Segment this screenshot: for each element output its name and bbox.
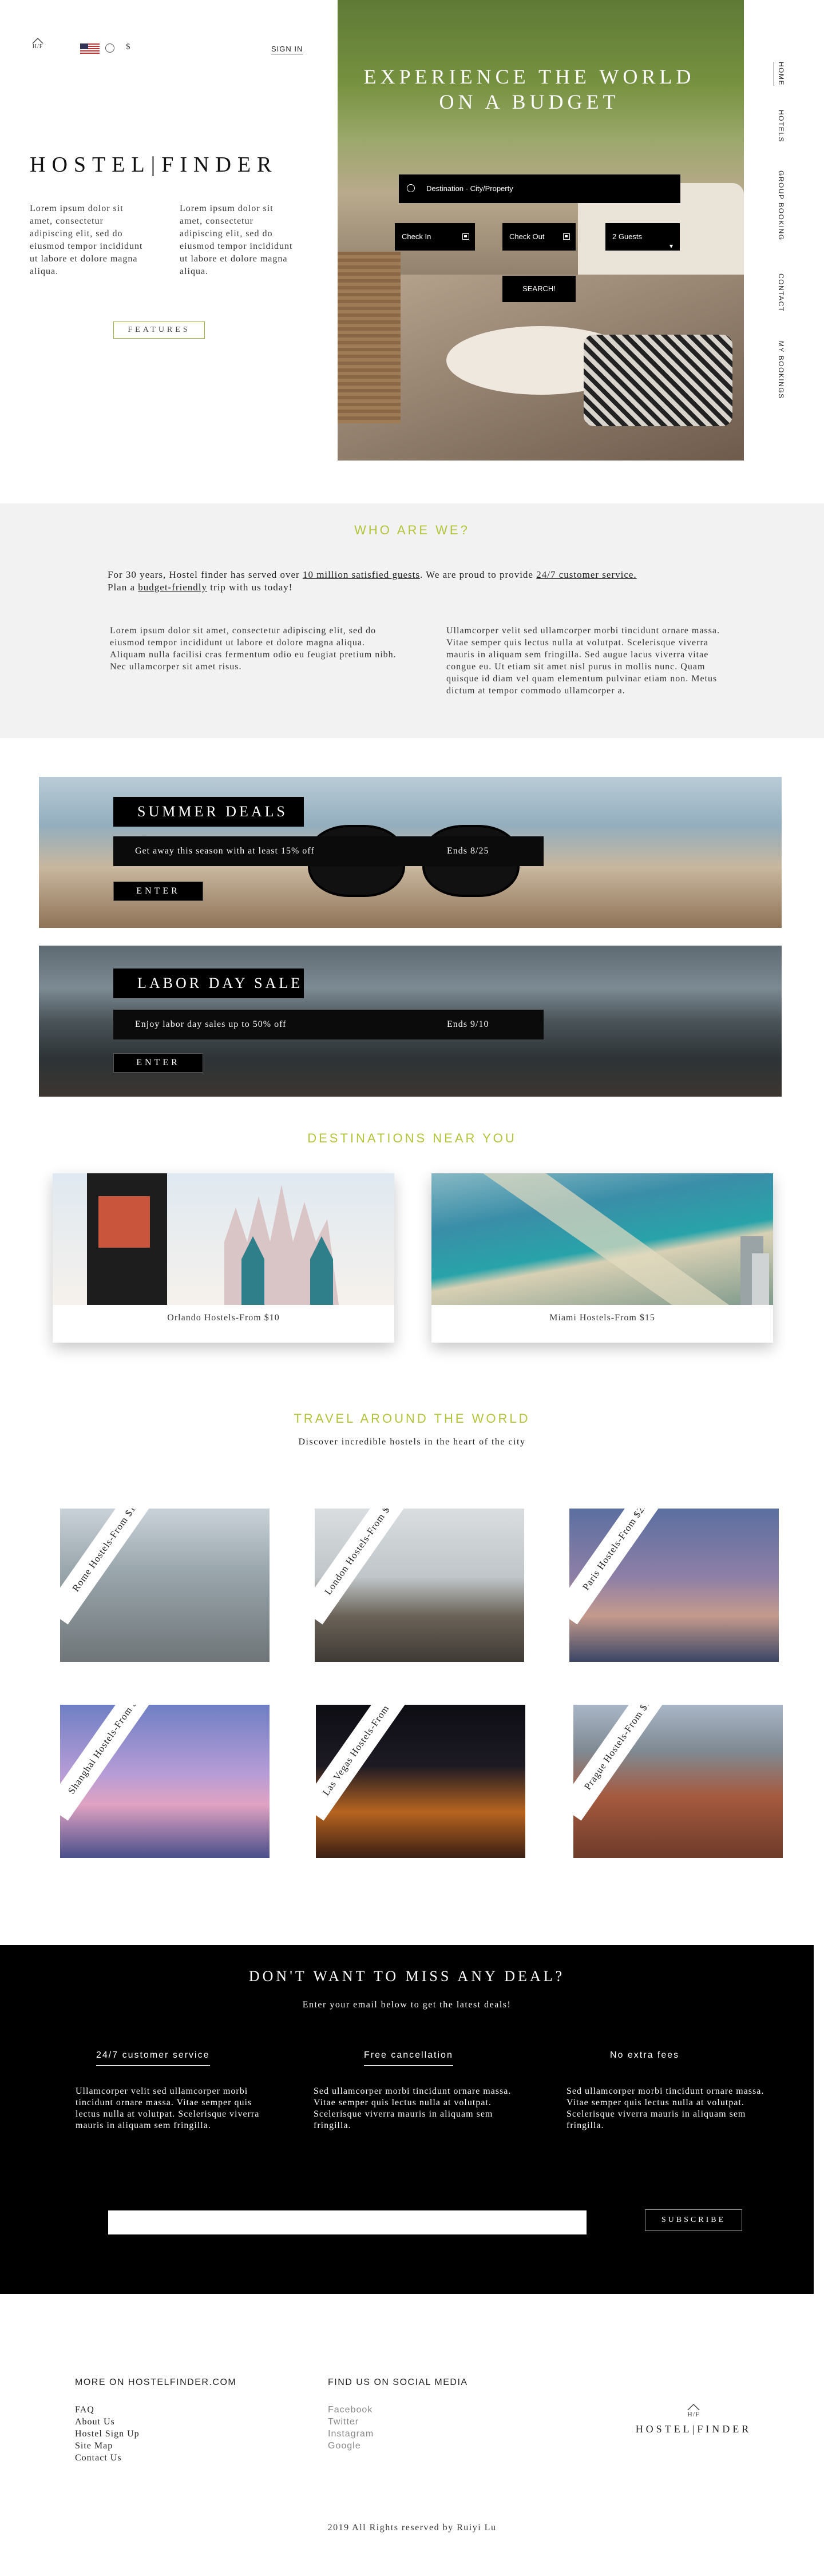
instagram-link[interactable]: Instagram bbox=[328, 2428, 374, 2440]
perk-title: 24/7 customer service bbox=[96, 2050, 210, 2066]
enter-button[interactable]: ENTER bbox=[113, 1053, 203, 1073]
sign-in-link[interactable]: SIGN IN bbox=[271, 45, 303, 54]
email-input[interactable] bbox=[108, 2210, 587, 2234]
nav-my-bookings[interactable]: MY BOOKINGS bbox=[774, 341, 785, 399]
deal-title: SUMMER DEALS bbox=[113, 797, 304, 827]
city-card-las-vegas[interactable]: Las Vegas Hostels-From $10 bbox=[316, 1705, 525, 1858]
nav-group-booking[interactable]: GROUP BOOKING bbox=[774, 170, 785, 241]
perk-body: Ullamcorper velit sed ullamcorper morbi … bbox=[76, 2086, 260, 2130]
intro-text-left: Lorem ipsum dolor sit amet, consectetur … bbox=[30, 204, 143, 276]
destinations-title: DESTINATIONS NEAR YOU bbox=[307, 1131, 517, 1145]
footer: MORE ON HOSTELFINDER.COM FAQ About Us Ho… bbox=[0, 2294, 824, 2576]
guests-link[interactable]: 10 million satisfied guests bbox=[303, 569, 420, 580]
chevron-down-icon: ▾ bbox=[669, 242, 673, 250]
footer-link-sitemap[interactable]: Site Map bbox=[75, 2440, 140, 2452]
calendar-icon bbox=[462, 233, 469, 240]
deal-info: Enjoy labor day sales up to 50% off Ends… bbox=[113, 1010, 544, 1039]
newsletter-section: DON'T WANT TO MISS ANY DEAL? Enter your … bbox=[0, 1945, 814, 2294]
miami-image bbox=[431, 1173, 773, 1305]
check-in-field[interactable]: Check In bbox=[395, 223, 475, 251]
brand-title: HOSTEL|FINDER bbox=[30, 153, 278, 177]
who-col-left: Lorem ipsum dolor sit amet, consectetur … bbox=[110, 626, 397, 672]
city-card-prague[interactable]: Prague Hostels-From $13 bbox=[573, 1705, 783, 1858]
travel-subtitle: Discover incredible hostels in the heart… bbox=[298, 1437, 526, 1447]
perk-body: Sed ullamcorper morbi tincidunt ornare m… bbox=[566, 2086, 764, 2130]
hero-title-line1: EXPERIENCE THE WORLD bbox=[363, 65, 695, 88]
nav-home[interactable]: HOME bbox=[774, 62, 785, 86]
city-card-london[interactable]: London Hostels-From $18 bbox=[315, 1509, 524, 1662]
perk-title: No extra fees bbox=[610, 2050, 680, 2060]
deal-title: LABOR DAY SALE bbox=[113, 969, 304, 998]
who-col-right: Ullamcorper velit sed ullamcorper morbi … bbox=[446, 626, 720, 696]
destination-card[interactable]: Orlando Hostels-From $10 bbox=[53, 1173, 394, 1343]
us-flag-icon[interactable] bbox=[80, 43, 100, 54]
features-button[interactable]: FEATURES bbox=[113, 321, 205, 339]
hero-title: EXPERIENCE THE WORLD ON A BUDGET bbox=[355, 64, 704, 114]
perk-title: Free cancellation bbox=[364, 2050, 453, 2066]
city-card-shanghai[interactable]: Shanghai Hostels-From $10 bbox=[60, 1705, 270, 1858]
newsletter-title: DON'T WANT TO MISS ANY DEAL? bbox=[248, 1968, 565, 1984]
enter-button[interactable]: ENTER bbox=[113, 882, 203, 901]
calendar-icon bbox=[563, 233, 570, 240]
destination-search-input[interactable]: Destination - City/Property bbox=[399, 174, 680, 203]
city-card-paris[interactable]: Paris Hostels-From $22 bbox=[569, 1509, 779, 1662]
hero-title-line2: ON A BUDGET bbox=[439, 90, 620, 113]
deal-info: Get away this season with at least 15% o… bbox=[113, 836, 544, 866]
nav-contact[interactable]: CONTACT bbox=[774, 273, 785, 312]
search-icon bbox=[407, 184, 415, 192]
vertical-nav: HOME HOTELS GROUP BOOKING CONTACT MY BOO… bbox=[774, 62, 791, 405]
service-link[interactable]: 24/7 customer service. bbox=[536, 569, 636, 580]
footer-link-signup[interactable]: Hostel Sign Up bbox=[75, 2428, 140, 2440]
travel-title: TRAVEL AROUND THE WORLD bbox=[294, 1411, 530, 1426]
newsletter-subtitle: Enter your email below to get the latest… bbox=[302, 2000, 512, 2010]
house-icon bbox=[32, 38, 43, 43]
guests-select[interactable]: 2 Guests ▾ bbox=[605, 223, 680, 251]
footer-link-faq[interactable]: FAQ bbox=[75, 2404, 140, 2416]
google-link[interactable]: Google bbox=[328, 2440, 374, 2452]
search-button[interactable]: SEARCH! bbox=[502, 276, 576, 302]
footer-social-title: FIND US ON SOCIAL MEDIA bbox=[328, 2377, 468, 2387]
copyright: 2019 All Rights reserved by Ruiyi Lu bbox=[327, 2523, 497, 2533]
city-card-rome[interactable]: Rome Hostels-From $15 bbox=[60, 1509, 270, 1662]
logo[interactable]: H/F bbox=[30, 38, 46, 55]
orlando-image bbox=[53, 1173, 394, 1305]
destination-card[interactable]: Miami Hostels-From $15 bbox=[431, 1173, 773, 1343]
who-section: WHO ARE WE? For 30 years, Hostel finder … bbox=[0, 503, 824, 738]
footer-logo[interactable]: H/F HOSTEL|FINDER bbox=[625, 2404, 762, 2435]
facebook-link[interactable]: Facebook bbox=[328, 2404, 374, 2416]
budget-link[interactable]: budget-friendly bbox=[138, 582, 207, 593]
twitter-link[interactable]: Twitter bbox=[328, 2416, 374, 2428]
globe-icon[interactable] bbox=[105, 43, 114, 53]
footer-more-links: FAQ About Us Hostel Sign Up Site Map Con… bbox=[75, 2404, 140, 2464]
header: H/F $ SIGN IN HOSTEL|FINDER Lorem ipsum … bbox=[0, 0, 824, 503]
footer-link-about[interactable]: About Us bbox=[75, 2416, 140, 2428]
footer-more-title: MORE ON HOSTELFINDER.COM bbox=[75, 2377, 237, 2387]
check-out-field[interactable]: Check Out bbox=[502, 223, 576, 251]
perk-body: Sed ullamcorper morbi tincidunt ornare m… bbox=[314, 2086, 512, 2130]
summer-deal-banner: SUMMER DEALS Get away this season with a… bbox=[39, 777, 782, 928]
who-title: WHO ARE WE? bbox=[354, 523, 470, 537]
house-icon bbox=[687, 2404, 700, 2410]
intro-text-right: Lorem ipsum dolor sit amet, consectetur … bbox=[180, 204, 293, 276]
footer-link-contact[interactable]: Contact Us bbox=[75, 2452, 140, 2464]
subscribe-button[interactable]: SUBSCRIBE bbox=[645, 2209, 742, 2231]
footer-social-links: Facebook Twitter Instagram Google bbox=[328, 2404, 374, 2452]
destination-label: Orlando Hostels-From $10 bbox=[167, 1313, 280, 1323]
currency-selector[interactable]: $ bbox=[126, 42, 130, 52]
nav-hotels[interactable]: HOTELS bbox=[774, 110, 785, 142]
who-lead: For 30 years, Hostel finder has served o… bbox=[108, 569, 637, 593]
labor-day-banner: LABOR DAY SALE Enjoy labor day sales up … bbox=[39, 946, 782, 1097]
destination-label: Miami Hostels-From $15 bbox=[549, 1313, 655, 1323]
